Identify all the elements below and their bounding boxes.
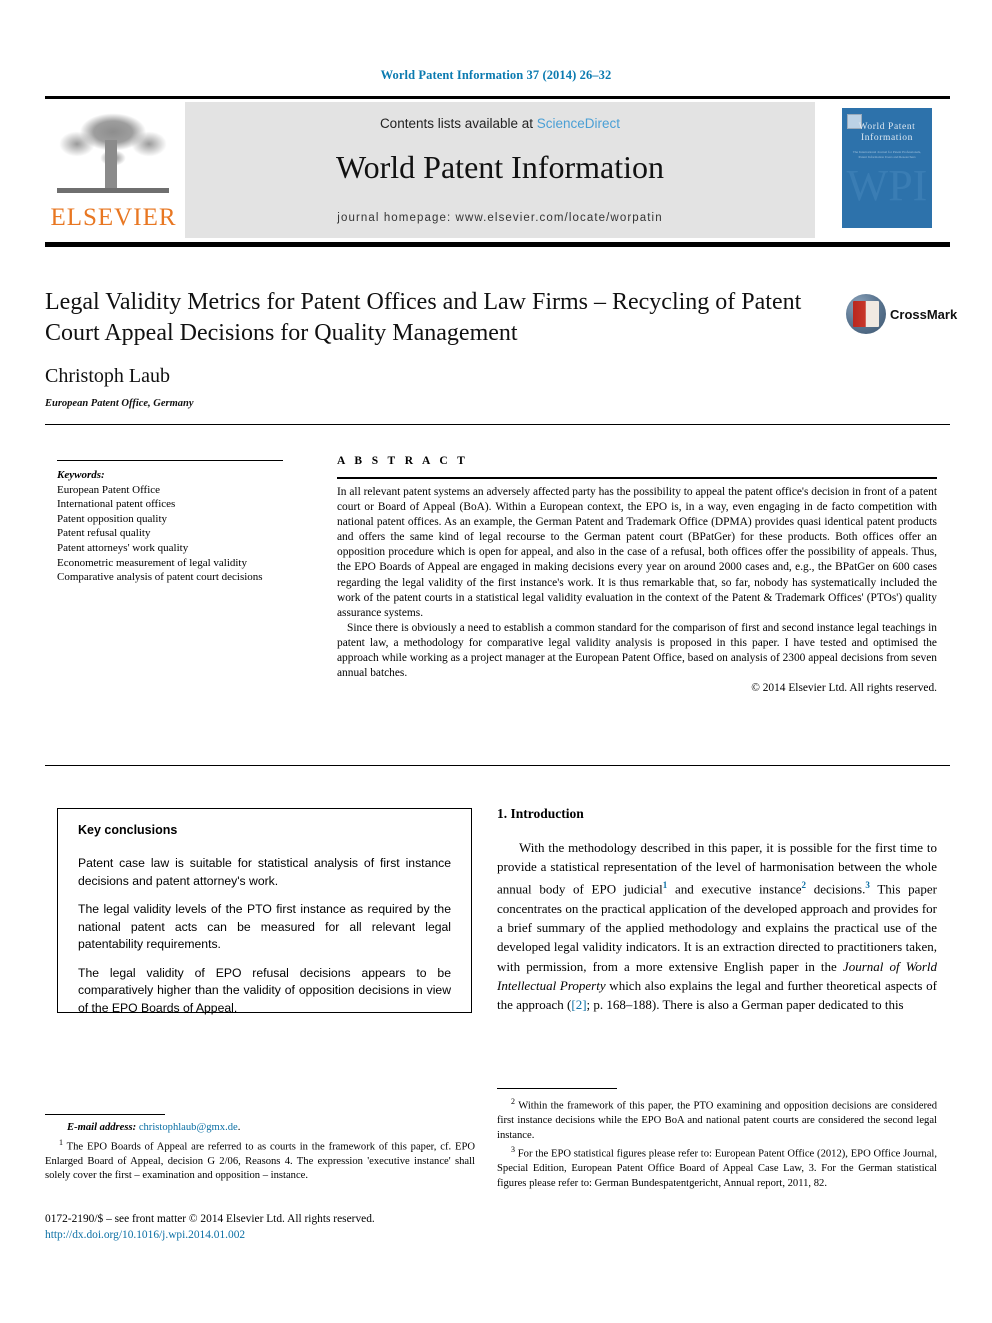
article-page: World Patent Information 37 (2014) 26–32… xyxy=(0,0,992,1323)
cover-monogram: WPI xyxy=(846,161,928,210)
reference-link[interactable]: [2] xyxy=(571,997,586,1012)
key-conclusion-item: Patent case law is suitable for statisti… xyxy=(78,856,451,888)
footnote-3-text: For the EPO statistical figures please r… xyxy=(497,1148,937,1190)
journal-homepage-link[interactable]: journal homepage: www.elsevier.com/locat… xyxy=(185,212,815,224)
footnotes-right-column: 2 Within the framework of this paper, th… xyxy=(497,1088,937,1192)
crossmark-badge[interactable]: CrossMark xyxy=(846,294,957,336)
keyword-item: Patent refusal quality xyxy=(57,527,151,540)
issn-footer: 0172-2190/$ – see front matter © 2014 El… xyxy=(45,1211,495,1243)
journal-title: World Patent Information xyxy=(335,149,664,185)
elsevier-logo: ELSEVIER xyxy=(47,108,180,235)
keyword-item: Patent attorneys' work quality xyxy=(57,541,189,554)
contents-prefix: Contents lists available at xyxy=(379,116,537,131)
sciencedirect-link[interactable]: ScienceDirect xyxy=(537,116,620,131)
key-conclusions-title: Key conclusions xyxy=(78,823,178,837)
footnote-1: 1 The EPO Boards of Appeal are referred … xyxy=(45,1136,475,1184)
intro-text-part: ; p. 168–188). There is also a German pa… xyxy=(586,996,904,1012)
author-affiliation: European Patent Office, Germany xyxy=(45,398,194,409)
footnote-separator-rule xyxy=(497,1088,617,1089)
footnote-1-text: The EPO Boards of Appeal are referred to… xyxy=(45,1141,475,1182)
keyword-item: European Patent Office xyxy=(57,483,161,496)
contents-available-line: Contents lists available at ScienceDirec… xyxy=(185,116,815,131)
running-head: World Patent Information 37 (2014) 26–32 xyxy=(380,68,612,82)
keywords-label: Keywords: xyxy=(57,469,105,481)
abstract-section-bottom-rule xyxy=(45,765,950,766)
keyword-item: Econometric measurement of legal validit… xyxy=(57,556,247,569)
masthead-center-panel: Contents lists available at ScienceDirec… xyxy=(185,102,815,238)
abstract-heading: A B S T R A C T xyxy=(337,455,469,467)
intro-text-part: decisions. xyxy=(806,881,866,897)
keywords-block: Keywords: European Patent Office Interna… xyxy=(57,460,289,585)
journal-masthead: ELSEVIER Contents lists available at Sci… xyxy=(45,96,950,247)
abstract-body: In all relevant patent systems an advers… xyxy=(337,485,937,696)
footnotes-left-column: E-mail address: christophlaub@gmx.de. 1 … xyxy=(45,1114,475,1184)
introduction-section: 1. Introduction With the methodology des… xyxy=(497,806,937,1014)
crossmark-book-icon xyxy=(853,301,879,327)
footnote-2: 2 Within the framework of this paper, th… xyxy=(497,1095,937,1143)
abstract-copyright: © 2014 Elsevier Ltd. All rights reserved… xyxy=(751,682,937,695)
footnote-separator-rule xyxy=(45,1114,165,1115)
journal-cover-thumbnail: World Patent Information The Internation… xyxy=(823,102,950,238)
email-trailing: . xyxy=(237,1122,241,1133)
keywords-rule xyxy=(57,460,283,461)
article-title: Legal Validity Metrics for Patent Office… xyxy=(45,289,802,346)
key-conclusion-item: The legal validity of EPO refusal decisi… xyxy=(78,965,451,1015)
email-label: E-mail address: xyxy=(67,1122,137,1133)
masthead-bottom-rule xyxy=(45,242,950,247)
issn-line: 0172-2190/$ – see front matter © 2014 El… xyxy=(45,1213,375,1225)
email-link[interactable]: christophlaub@gmx.de xyxy=(139,1122,238,1133)
key-conclusion-item: The legal validity levels of the PTO fir… xyxy=(78,902,451,951)
keyword-item: International patent offices xyxy=(57,498,176,511)
key-conclusions-box: Key conclusions Patent case law is suita… xyxy=(57,808,472,1015)
intro-text-part: and executive instance xyxy=(667,881,802,897)
footnote-3-marker: 3 xyxy=(511,1145,515,1155)
footnote-2-marker: 2 xyxy=(511,1097,515,1106)
elsevier-wordmark: ELSEVIER xyxy=(50,204,177,231)
elsevier-tree-ground xyxy=(57,188,169,193)
cover-subtitle: The International Journal for Patent Pro… xyxy=(852,150,922,159)
introduction-paragraph: With the methodology described in this p… xyxy=(497,838,937,1014)
masthead-top-rule xyxy=(45,96,950,99)
abstract-rule xyxy=(337,477,937,479)
abstract-paragraph: Since there is obviously a need to estab… xyxy=(337,621,937,680)
introduction-heading: 1. Introduction xyxy=(497,806,584,821)
doi-link[interactable]: http://dx.doi.org/10.1016/j.wpi.2014.01.… xyxy=(45,1227,495,1243)
cover-title: World Patent Information xyxy=(858,122,916,143)
email-footnote: E-mail address: christophlaub@gmx.de. xyxy=(45,1121,475,1136)
author-name: Christoph Laub xyxy=(45,365,170,387)
abstract-paragraph: In all relevant patent systems an advers… xyxy=(337,486,937,619)
keyword-item: Patent opposition quality xyxy=(57,512,167,525)
crossmark-icon xyxy=(846,294,886,334)
title-block: Legal Validity Metrics for Patent Office… xyxy=(45,287,950,409)
footnote-2-text: Within the framework of this paper, the … xyxy=(497,1100,937,1141)
crossmark-label: CrossMark xyxy=(890,307,958,322)
footnote-1-marker: 1 xyxy=(59,1137,63,1147)
abstract-section-top-rule xyxy=(45,424,950,425)
journal-cover-image: World Patent Information The Internation… xyxy=(842,108,932,228)
keyword-item: Comparative analysis of patent court dec… xyxy=(57,571,263,584)
footnote-3: 3 For the EPO statistical figures please… xyxy=(497,1143,937,1191)
